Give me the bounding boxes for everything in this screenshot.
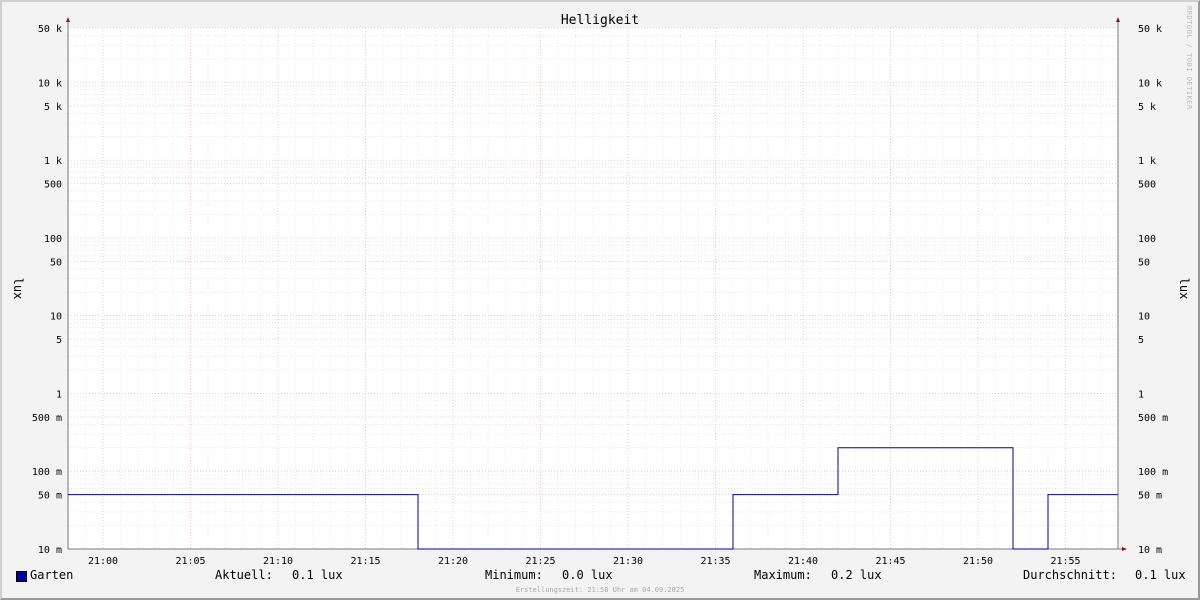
x-axis-arrow bbox=[1122, 547, 1127, 551]
rrdtool-credit: RRDTOOL / TOBI OETIKER bbox=[1185, 6, 1193, 110]
legend-current-value: 0.1 lux bbox=[292, 568, 343, 582]
legend-series-name: Garten bbox=[30, 568, 74, 582]
y-axis-right-arrow bbox=[1116, 17, 1120, 22]
x-tick-label: 21:15 bbox=[350, 556, 380, 567]
x-tick-label: 21:20 bbox=[438, 556, 468, 567]
legend-min-value: 0.0 lux bbox=[562, 568, 613, 582]
y-tick-label-right: 50 bbox=[1138, 257, 1150, 268]
footer-timestamp: Erstellungszeit: 21:58 Uhr am 04.09.2025 bbox=[515, 586, 685, 594]
x-tick-label: 21:45 bbox=[875, 556, 905, 567]
y-tick-label-left: 10 k bbox=[38, 78, 62, 89]
y-tick-label-right: 10 k bbox=[1138, 78, 1162, 89]
y-tick-label-left: 1 bbox=[56, 389, 62, 400]
y-tick-label-right: 5 bbox=[1138, 335, 1144, 346]
chart-title: Helligkeit bbox=[561, 13, 639, 28]
x-tick-label: 21:05 bbox=[175, 556, 205, 567]
y-tick-label-right: 100 bbox=[1138, 234, 1156, 245]
legend-current-label: Aktuell: bbox=[215, 568, 273, 582]
y-tick-label-right: 500 m bbox=[1138, 413, 1168, 424]
legend-avg-value: 0.1 lux bbox=[1135, 568, 1186, 582]
y-axis-label-right: lux bbox=[1177, 278, 1191, 300]
chart-svg: 50 k 50 k 10 k 10 k 5 k 5 k 1 k 1 k 500 500 100 100… bbox=[11, 13, 1191, 567]
legend-avg-label: Durchschnitt: bbox=[1023, 568, 1117, 582]
y-axis-label-left: lux bbox=[11, 278, 25, 300]
x-tick-label: 21:10 bbox=[263, 556, 293, 567]
x-tick-label: 21:35 bbox=[700, 556, 730, 567]
y-tick-label-left: 50 bbox=[50, 257, 62, 268]
y-tick-label-left: 10 bbox=[50, 312, 62, 323]
y-tick-label-right: 50 k bbox=[1138, 24, 1162, 35]
y-tick-label-left: 50 k bbox=[38, 24, 62, 35]
y-tick-label-left: 100 bbox=[44, 234, 62, 245]
y-tick-label-right: 500 bbox=[1138, 180, 1156, 191]
x-tick-label: 21:25 bbox=[525, 556, 555, 567]
y-tick-label-left: 5 k bbox=[44, 102, 62, 113]
y-tick-label-left: 1 k bbox=[44, 156, 62, 167]
y-tick-label-right: 10 m bbox=[1138, 545, 1162, 556]
y-tick-label-right: 1 k bbox=[1138, 156, 1156, 167]
legend: Garten Aktuell: 0.1 lux Minimum: 0.0 lux… bbox=[2, 568, 1198, 586]
y-tick-label-left: 500 m bbox=[32, 413, 62, 424]
x-tick-label: 21:00 bbox=[88, 556, 118, 567]
legend-swatch bbox=[16, 571, 27, 582]
y-tick-label-left: 50 m bbox=[38, 491, 62, 502]
graph-frame: 50 k 50 k 10 k 10 k5 k5 k1 k1 k 500 500 100 100… bbox=[0, 0, 1200, 600]
y-tick-label-left: 100 m bbox=[32, 467, 62, 478]
y-tick-label-left: 500 bbox=[44, 180, 62, 191]
y-tick-label-left: 5 bbox=[56, 335, 62, 346]
legend-max-value: 0.2 lux bbox=[831, 568, 882, 582]
legend-max-label: Maximum: bbox=[754, 568, 812, 582]
x-tick-label: 21:50 bbox=[963, 556, 993, 567]
y-tick-label-right: 50 m bbox=[1138, 491, 1162, 502]
x-tick-label: 21:40 bbox=[788, 556, 818, 567]
legend-min-label: Minimum: bbox=[485, 568, 543, 582]
y-tick-label-right: 100 m bbox=[1138, 467, 1168, 478]
x-tick-label: 21:55 bbox=[1050, 556, 1080, 567]
y-tick-label-right: 1 bbox=[1138, 389, 1144, 400]
y-tick-label-left: 10 m bbox=[38, 545, 62, 556]
y-tick-label-right: 5 k bbox=[1138, 102, 1156, 113]
x-tick-label: 21:30 bbox=[613, 556, 643, 567]
y-tick-label-right: 10 bbox=[1138, 312, 1150, 323]
y-axis-left-arrow bbox=[66, 17, 70, 22]
